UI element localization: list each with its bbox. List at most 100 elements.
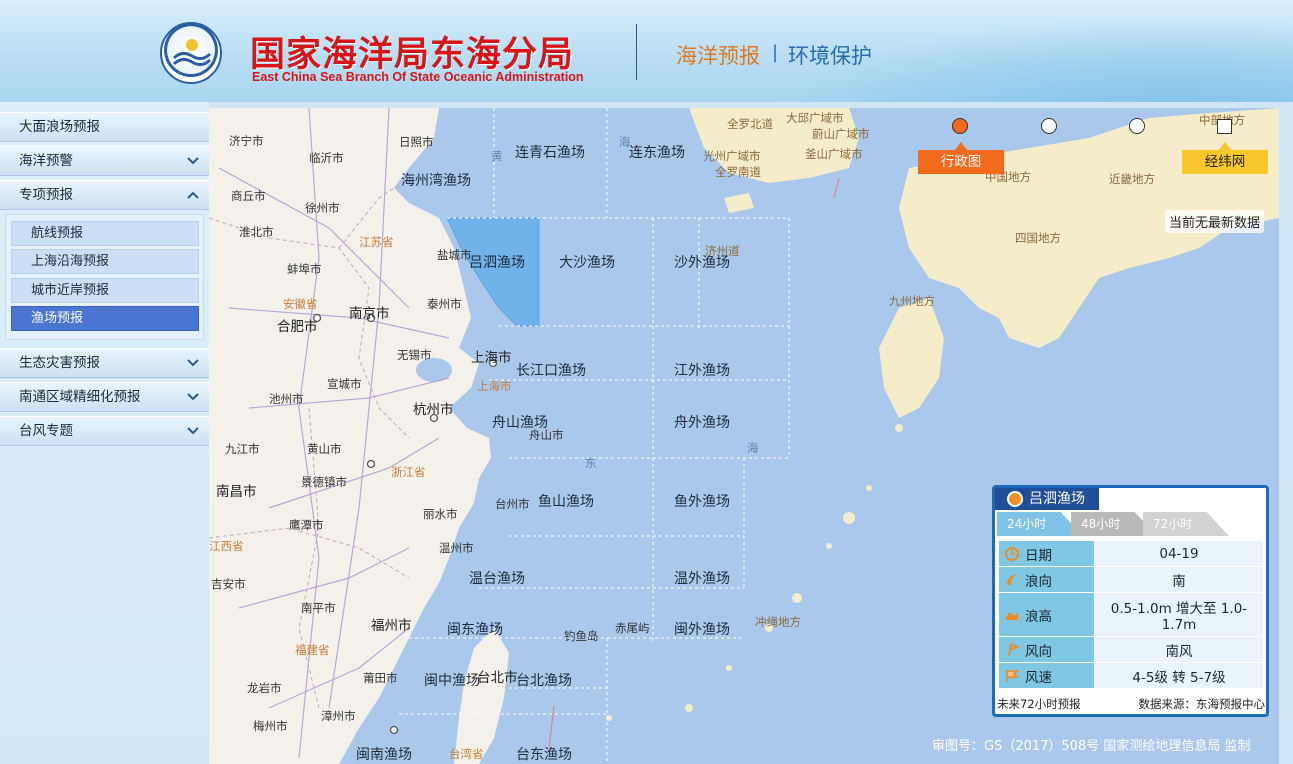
map-review-number: 审图号：GS（2017）508号 国家测绘地理信息局 监制 — [932, 739, 1251, 754]
region-label: 四国地方 — [1015, 231, 1061, 245]
nav-ocean-forecast[interactable]: 海洋预报 — [676, 40, 760, 70]
region-label: 九州地方 — [889, 294, 935, 308]
city-label: 九江市 — [225, 442, 260, 456]
city-label: 舟山市 — [529, 428, 564, 442]
city-label: 商丘市 — [231, 189, 266, 203]
fishing-ground-label[interactable]: 台北渔场 — [516, 670, 572, 690]
fishing-ground-label[interactable]: 连青石渔场 — [515, 142, 585, 162]
chevron-down-icon — [187, 393, 199, 401]
nav-separator: | — [772, 42, 779, 63]
sea-label: 黄 — [491, 149, 503, 163]
fishing-ground-label[interactable]: 温台渔场 — [469, 568, 525, 588]
region-label: 光州广域市 — [703, 149, 761, 163]
sidebar-item-label: 专项预报 — [19, 187, 73, 203]
city-label: 吉安市 — [211, 577, 246, 591]
sidebar-item-label: 大面浪场预报 — [19, 119, 100, 135]
city-label: 宣城市 — [327, 377, 362, 391]
wind-direction-icon — [1008, 643, 1019, 657]
city-label: 景德镇市 — [301, 475, 347, 489]
row-key: 风向 — [998, 636, 1095, 663]
fishing-ground-label[interactable]: 海州湾渔场 — [401, 170, 471, 190]
region-label: 全罗南道 — [715, 165, 761, 179]
sidebar-item-label: 海洋预警 — [19, 153, 73, 169]
fishing-ground-label[interactable]: 江外渔场 — [674, 360, 730, 380]
fishing-ground-label[interactable]: 连东渔场 — [629, 142, 685, 162]
soa-logo[interactable] — [160, 22, 222, 84]
fishing-ground-label[interactable]: 吕泗渔场 — [469, 252, 525, 272]
layer-radio-2[interactable] — [1041, 118, 1057, 134]
city-label: 漳州市 — [321, 709, 356, 723]
fishing-ground-label[interactable]: 闽外渔场 — [674, 619, 730, 639]
chevron-up-icon — [187, 191, 199, 199]
city-label: 杭州市 — [413, 402, 454, 418]
no-data-notice: 当前无最新数据 — [1165, 210, 1265, 233]
chevron-down-icon — [187, 359, 199, 367]
sidebar-item-ocean-warning[interactable]: 海洋预警 — [0, 146, 209, 176]
fishing-ground-label[interactable]: 鱼山渔场 — [538, 491, 594, 511]
city-label: 温州市 — [439, 541, 474, 555]
submenu-fishery-forecast[interactable]: 渔场预报 — [11, 306, 199, 331]
sidebar-item-label: 台风专题 — [19, 423, 73, 439]
nav-environment-protection[interactable]: 环境保护 — [788, 40, 872, 70]
row-key: 日期 — [998, 540, 1095, 567]
sea-label: 海 — [747, 441, 759, 455]
sidebar-item-special-forecast[interactable]: 专项预报 — [0, 180, 209, 210]
city-label: 丽水市 — [423, 507, 458, 521]
grid-checkbox[interactable] — [1217, 119, 1232, 134]
submenu-city-nearshore[interactable]: 城市近岸预报 — [11, 278, 199, 303]
city-label: 日照市 — [399, 135, 434, 149]
submenu-route-forecast[interactable]: 航线预报 — [11, 221, 199, 246]
fishing-ground-label[interactable]: 大沙渔场 — [559, 252, 615, 272]
sidebar-menu: 大面浪场预报 海洋预警 专项预报 航线预报 上海沿海预报 城市近岸预报 渔场预报… — [0, 102, 209, 764]
sidebar-item-typhoon[interactable]: 台风专题 — [0, 416, 209, 446]
submenu-shanghai-coastal[interactable]: 上海沿海预报 — [11, 249, 199, 274]
fishing-ground-label[interactable]: 舟外渔场 — [674, 412, 730, 432]
province-label: 江苏省 — [359, 235, 394, 249]
table-row: 浪向 南 — [998, 566, 1264, 593]
city-label: 上海市 — [471, 350, 512, 366]
fishing-ground-label[interactable]: 鱼外渔场 — [674, 491, 730, 511]
layer-radio-3[interactable] — [1129, 118, 1145, 134]
city-label: 南平市 — [301, 601, 336, 615]
tab-72h[interactable]: 72小时 — [1143, 512, 1229, 536]
region-label: 冲绳地方 — [755, 615, 801, 629]
table-row: 风向 南风 — [998, 636, 1264, 663]
header-divider — [636, 24, 637, 80]
fishing-ground-label[interactable]: 温外渔场 — [674, 568, 730, 588]
sidebar-item-wave-field[interactable]: 大面浪场预报 — [0, 112, 209, 142]
admin-layer-radio[interactable] — [952, 118, 968, 134]
wave-direction-icon — [1007, 575, 1017, 585]
city-label: 无锡市 — [397, 348, 432, 362]
fishery-forecast-panel: 吕泗渔场 24小时 48小时 72小时 日期 04-19 浪向 南 浪高 0.5 — [992, 485, 1269, 717]
province-label: 安徽省 — [283, 297, 318, 311]
fishing-ground-label[interactable]: 长江口渔场 — [516, 360, 586, 380]
sea-label: 海 — [619, 135, 631, 149]
fishing-ground-label[interactable]: 闽南渔场 — [356, 744, 412, 764]
city-label: 临沂市 — [309, 151, 344, 165]
tab-24h[interactable]: 24小时 — [997, 512, 1083, 536]
fishing-ground-label[interactable]: 闽东渔场 — [447, 619, 503, 639]
header-wave-decoration — [693, 0, 1293, 102]
city-label: 龙岩市 — [247, 681, 282, 695]
lat-lon-grid-button[interactable]: 经纬网 — [1182, 142, 1268, 174]
city-label: 泰州市 — [427, 297, 462, 311]
fishery-icon — [1007, 491, 1023, 507]
site-title-en: East China Sea Branch Of State Oceanic A… — [252, 70, 584, 84]
province-label: 浙江省 — [391, 465, 426, 479]
city-label: 赤尾屿 — [615, 621, 650, 635]
region-label: 全罗北道 — [727, 117, 773, 131]
table-row: 浪高 0.5-1.0m 增大至 1.0-1.7m — [998, 592, 1264, 637]
fishing-ground-label[interactable]: 台东渔场 — [516, 744, 572, 764]
fishing-ground-label[interactable]: 闽中渔场 — [424, 670, 480, 690]
forecast-table: 日期 04-19 浪向 南 浪高 0.5-1.0m 增大至 1.0-1.7m 风… — [998, 540, 1264, 689]
admin-map-button[interactable]: 行政图 — [918, 142, 1004, 174]
city-label: 盐城市 — [437, 248, 472, 262]
row-key: 风速 — [998, 662, 1095, 689]
sidebar-item-nantong-refined[interactable]: 南通区域精细化预报 — [0, 382, 209, 412]
region-label: 大邱广域市 — [786, 111, 844, 125]
sidebar-item-eco-disaster[interactable]: 生态灾害预报 — [0, 348, 209, 378]
city-label: 钓鱼岛 — [564, 629, 599, 643]
forecast-tabs: 24小时 48小时 72小时 — [995, 510, 1266, 536]
table-row: 日期 04-19 — [998, 540, 1264, 567]
row-key: 浪向 — [998, 566, 1095, 593]
